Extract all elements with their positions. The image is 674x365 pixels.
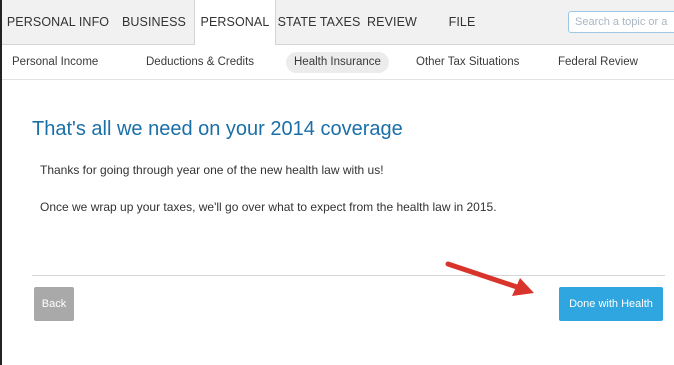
subnav-item-other-tax-situations[interactable]: Other Tax Situations bbox=[416, 52, 519, 73]
red-arrow-icon bbox=[445, 261, 534, 296]
info-text: Once we wrap up your taxes, we'll go ove… bbox=[40, 200, 497, 214]
app-frame: PERSONAL INFO BUSINESS PERSONAL STATE TA… bbox=[0, 0, 674, 365]
top-navigation: PERSONAL INFO BUSINESS PERSONAL STATE TA… bbox=[2, 0, 674, 45]
intro-text: Thanks for going through year one of the… bbox=[40, 163, 384, 177]
subnav-item-deductions-credits[interactable]: Deductions & Credits bbox=[146, 52, 254, 73]
sub-navigation: Personal Income Deductions & Credits Hea… bbox=[2, 45, 674, 80]
tab-personal[interactable]: PERSONAL bbox=[194, 0, 276, 45]
subnav-item-health-insurance[interactable]: Health Insurance bbox=[286, 52, 389, 73]
tab-personal-info[interactable]: PERSONAL INFO bbox=[2, 0, 114, 44]
tab-review[interactable]: REVIEW bbox=[362, 0, 422, 44]
tab-business[interactable]: BUSINESS bbox=[114, 0, 194, 44]
back-button[interactable]: Back bbox=[34, 287, 74, 321]
done-with-health-button[interactable]: Done with Health bbox=[559, 287, 663, 321]
page-title: That's all we need on your 2014 coverage bbox=[32, 118, 403, 140]
search-input[interactable] bbox=[568, 11, 674, 33]
tab-file[interactable]: FILE bbox=[432, 0, 492, 44]
tab-state-taxes[interactable]: STATE TAXES bbox=[276, 0, 362, 44]
divider bbox=[32, 275, 665, 276]
subnav-item-personal-income[interactable]: Personal Income bbox=[12, 52, 98, 73]
subnav-item-federal-review[interactable]: Federal Review bbox=[558, 52, 638, 73]
